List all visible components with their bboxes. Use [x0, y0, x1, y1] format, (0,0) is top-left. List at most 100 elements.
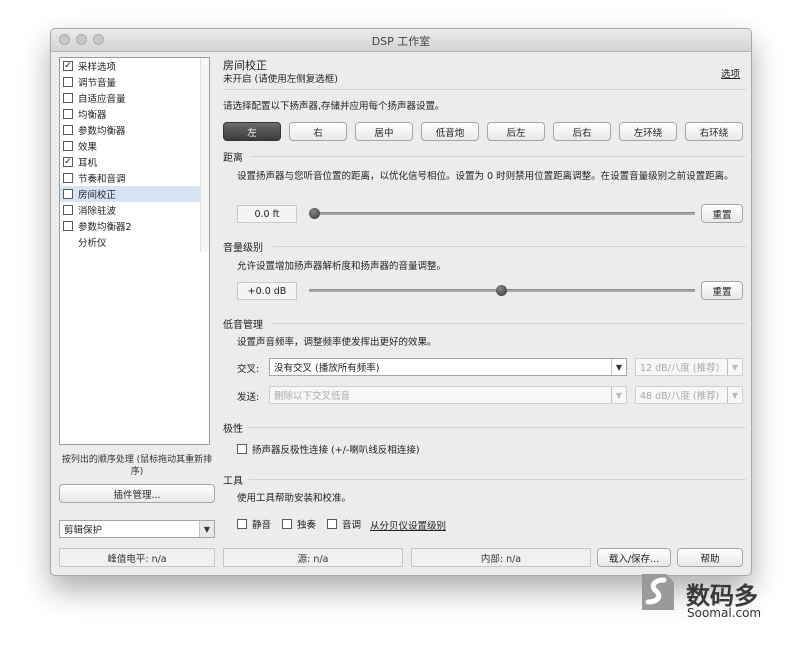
spl-meter-link[interactable]: 从分贝仪设置级别	[370, 518, 446, 532]
divider	[273, 323, 746, 324]
mute-label: 静音	[252, 520, 272, 531]
speaker-instruction: 请选择配置以下扬声器,存储并应用每个扬声器设置。	[223, 101, 445, 112]
sidebar-item-label: 效果	[78, 142, 98, 153]
solo-label: 独奏	[297, 520, 317, 531]
divider	[249, 427, 746, 428]
checkbox-icon[interactable]	[63, 93, 73, 103]
speaker-button[interactable]: 后右	[553, 122, 611, 141]
page-subtitle: 未开启 (请使用左侧复选框)	[223, 74, 338, 85]
reverse-polarity-label: 扬声器反极性连接 (+/-喇叭线反相连接)	[252, 445, 420, 456]
checkbox-box	[237, 444, 247, 454]
chevron-down-icon: ▼	[727, 387, 742, 403]
speaker-button[interactable]: 左	[223, 122, 281, 141]
distance-slider-knob[interactable]	[309, 208, 320, 219]
bass-description: 设置声音频率，调整频率使发挥出更好的效果。	[237, 337, 437, 348]
level-reset-button[interactable]: 重置	[701, 281, 743, 300]
send-slope-value: 48 dB/八度 (推荐)	[640, 391, 720, 402]
checkbox-icon[interactable]	[63, 221, 73, 231]
chevron-down-icon: ▼	[727, 359, 742, 375]
divider	[273, 246, 746, 247]
checked-checkbox-icon[interactable]: ✓	[63, 61, 73, 71]
internal-status: 内部: n/a	[411, 548, 591, 567]
bass-heading: 低音管理	[223, 320, 263, 331]
sidebar-item-label: 分析仪	[78, 238, 107, 249]
load-save-button[interactable]: 载入/保存...	[597, 548, 671, 567]
sidebar-item[interactable]: 节奏和音调	[60, 170, 209, 186]
send-label: 发送:	[237, 392, 260, 403]
polarity-heading: 极性	[223, 424, 243, 435]
sidebar-item[interactable]: ✓ 耳机	[60, 154, 209, 170]
sidebar-item-label: 调节音量	[78, 78, 117, 89]
crossover-slope-select[interactable]: 12 dB/八度 (推荐) ▼	[635, 358, 743, 376]
level-slider-knob[interactable]	[496, 285, 507, 296]
checkbox-icon[interactable]	[63, 205, 73, 215]
speaker-button[interactable]: 右环绕	[685, 122, 743, 141]
divider	[251, 156, 746, 157]
checked-checkbox-icon[interactable]: ✓	[63, 157, 73, 167]
dsp-studio-window: DSP 工作室 ✓ 采样选项调节音量自适应音量均衡器参数均衡器效果 ✓ 耳机节奏和音调…	[50, 28, 752, 576]
distance-description: 设置扬声器与您听音位置的距离，以优化信号相位。设置为 0 时则禁用位置距离调整。…	[237, 171, 734, 182]
crossover-value: 没有交叉 (播放所有频率)	[274, 363, 380, 374]
sidebar-item-label: 自适应音量	[78, 94, 126, 105]
chevron-down-icon: ▼	[611, 359, 626, 375]
distance-reset-button[interactable]: 重置	[701, 204, 743, 223]
solo-checkbox[interactable]: 独奏	[282, 517, 316, 531]
window-title: DSP 工作室	[371, 35, 431, 48]
sidebar-item-label: 参数均衡器2	[78, 222, 132, 233]
sidebar-item[interactable]: 参数均衡器	[60, 122, 209, 138]
sidebar-item[interactable]: 消除驻波	[60, 202, 209, 218]
checkbox-icon[interactable]	[63, 189, 73, 199]
crossover-select[interactable]: 没有交叉 (播放所有频率) ▼	[269, 358, 627, 376]
sidebar-item[interactable]: 调节音量	[60, 74, 209, 90]
sidebar-item-label: 消除驻波	[78, 206, 117, 217]
checkbox-icon[interactable]	[63, 173, 73, 183]
chevron-down-icon: ▼	[611, 387, 626, 403]
sidebar-item[interactable]: 均衡器	[60, 106, 209, 122]
sidebar-item[interactable]: 自适应音量	[60, 90, 209, 106]
preset-select[interactable]: 剪辑保护 ▼	[59, 520, 215, 538]
sidebar-item-label: 节奏和音调	[78, 174, 126, 185]
level-description: 允许设置增加扬声器解析度和扬声器的音量调整。	[237, 261, 447, 272]
checkbox-icon[interactable]	[63, 125, 73, 135]
sidebar-item[interactable]: ✓ 采样选项	[60, 58, 209, 74]
divider	[249, 479, 746, 480]
checkbox-icon[interactable]	[63, 141, 73, 151]
crossover-label: 交叉:	[237, 364, 260, 375]
sidebar-item[interactable]: 参数均衡器2	[60, 218, 209, 234]
source-status: 源: n/a	[223, 548, 403, 567]
speaker-button[interactable]: 居中	[355, 122, 413, 141]
sidebar-item-label: 耳机	[78, 158, 98, 169]
speaker-button[interactable]: 后左	[487, 122, 545, 141]
sidebar-item-label: 参数均衡器	[78, 126, 126, 137]
checkbox-icon[interactable]	[63, 77, 73, 87]
speaker-button[interactable]: 低音炮	[421, 122, 479, 141]
options-link[interactable]: 选项	[721, 66, 740, 80]
tone-checkbox[interactable]: 音调	[327, 517, 361, 531]
dsp-module-list: ✓ 采样选项调节音量自适应音量均衡器参数均衡器效果 ✓ 耳机节奏和音调 房间校正消除驻波…	[59, 57, 210, 445]
send-slope-select[interactable]: 48 dB/八度 (推荐) ▼	[635, 386, 743, 404]
checkbox-box	[282, 519, 292, 529]
speaker-button[interactable]: 右	[289, 122, 347, 141]
preset-select-value: 剪辑保护	[64, 525, 103, 536]
send-select[interactable]: 删除以下交叉低音 ▼	[269, 386, 627, 404]
speaker-button[interactable]: 左环绕	[619, 122, 677, 141]
sidebar-item[interactable]: 房间校正	[60, 186, 209, 202]
title-bar: DSP 工作室	[51, 29, 751, 52]
order-note: 按列出的顺序处理 (鼠标拖动其重新排序)	[61, 455, 213, 477]
distance-slider-track[interactable]	[309, 212, 695, 215]
chevron-down-icon: ▼	[199, 521, 214, 537]
sidebar-item-label: 均衡器	[78, 110, 107, 121]
help-button[interactable]: 帮助	[677, 548, 743, 567]
reverse-polarity-checkbox[interactable]: 扬声器反极性连接 (+/-喇叭线反相连接)	[237, 442, 420, 456]
sidebar-item[interactable]: 分析仪	[60, 234, 209, 250]
soomal-logo	[636, 570, 678, 614]
plugin-manager-button[interactable]: 插件管理...	[59, 484, 215, 503]
checkbox-box	[237, 519, 247, 529]
level-heading: 音量级别	[223, 243, 263, 254]
sidebar-item[interactable]: 效果	[60, 138, 209, 154]
checkbox-icon[interactable]	[63, 109, 73, 119]
mute-checkbox[interactable]: 静音	[237, 517, 271, 531]
crossover-slope-value: 12 dB/八度 (推荐)	[640, 363, 720, 374]
list-scrollbar[interactable]	[200, 58, 209, 252]
sidebar-item-label: 采样选项	[78, 62, 117, 73]
